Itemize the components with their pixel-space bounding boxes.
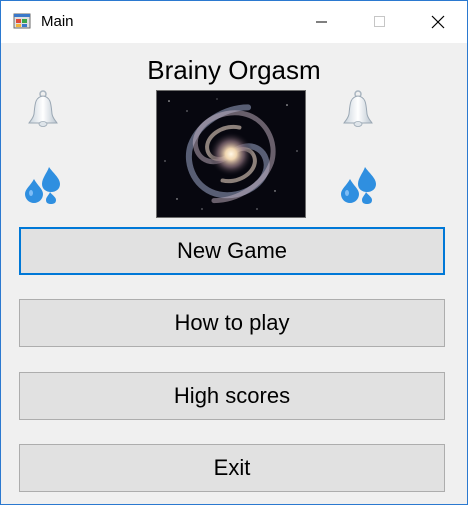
new-game-button[interactable]: New Game xyxy=(19,227,445,275)
window-title: Main xyxy=(41,13,74,30)
minimize-button[interactable] xyxy=(293,1,351,43)
bell-icon xyxy=(28,90,58,127)
exit-button[interactable]: Exit xyxy=(19,444,445,492)
app-form-icon xyxy=(13,13,31,29)
galaxy-image xyxy=(156,90,306,218)
game-title: Brainy Orgasm xyxy=(147,55,321,85)
galaxy-art xyxy=(157,91,305,217)
droplets-icon xyxy=(341,167,376,204)
maximize-icon xyxy=(374,16,385,27)
main-window: Main Brainy Orgasm New Game How to play … xyxy=(0,0,468,505)
droplets-icon xyxy=(25,167,60,204)
close-icon xyxy=(431,15,445,29)
bell-icon xyxy=(343,90,373,127)
minimize-icon xyxy=(316,21,327,23)
close-button[interactable] xyxy=(409,1,467,43)
how-to-play-button[interactable]: How to play xyxy=(19,299,445,347)
title-bar[interactable]: Main xyxy=(1,1,467,43)
maximize-button[interactable] xyxy=(351,1,409,43)
high-scores-button[interactable]: High scores xyxy=(19,372,445,420)
